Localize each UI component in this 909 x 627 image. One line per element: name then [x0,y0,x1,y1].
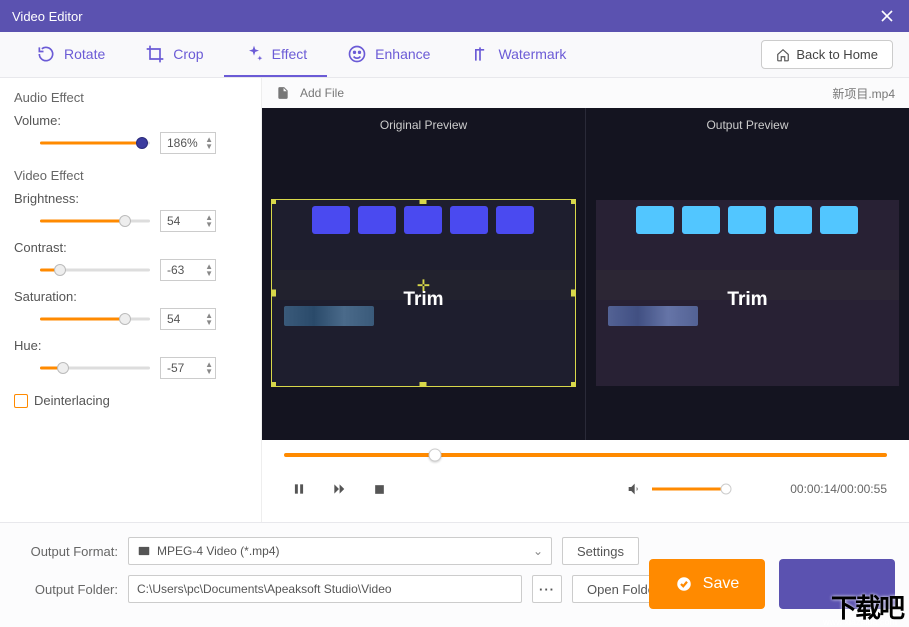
volume-value: 186% [167,136,198,150]
original-preview-canvas[interactable]: ✛ Trim [272,200,576,386]
volume-slider[interactable] [40,136,150,150]
audio-effect-title: Audio Effect [14,90,247,105]
tab-enhance[interactable]: Enhance [327,32,450,77]
save-button-label: Save [703,575,739,593]
output-preview-label: Output Preview [586,108,909,146]
brightness-spinner[interactable]: 54 ▲▼ [160,210,216,232]
saturation-value: 54 [167,312,180,326]
preview-area: Original Preview [262,108,909,440]
volume-control [626,481,730,497]
site-watermark-sub: www.xiazaiba.com [823,617,897,627]
contrast-slider[interactable] [40,263,150,277]
output-folder-label: Output Folder: [18,582,118,597]
hue-value: -57 [167,361,184,375]
pause-button[interactable] [290,480,308,498]
progress-bar[interactable] [284,448,887,462]
volume-spinner[interactable]: 186% ▲▼ [160,132,216,154]
output-preview-canvas: Trim [596,200,900,386]
close-icon [877,6,897,26]
tab-effect-label: Effect [272,46,308,62]
playback-volume-slider[interactable] [652,483,730,495]
current-filename: 新项目.mp4 [832,85,895,102]
brightness-slider[interactable] [40,214,150,228]
output-preview-pane: Output Preview Trim [585,108,909,440]
tab-rotate[interactable]: Rotate [16,32,125,77]
footer: Output Format: MPEG-4 Video (*.mp4) ⌄ Se… [0,522,909,627]
speaker-icon[interactable] [626,481,642,497]
output-format-label: Output Format: [18,544,118,559]
titlebar: Video Editor [0,0,909,32]
next-button[interactable] [330,480,348,498]
browse-folder-button[interactable]: ··· [532,575,562,603]
output-folder-value: C:\Users\pc\Documents\Apeaksoft Studio\V… [137,582,392,596]
back-to-home-button[interactable]: Back to Home [761,40,893,69]
tab-watermark[interactable]: Watermark [450,32,586,77]
add-file-icon [276,86,290,100]
toolbar: Rotate Crop Effect Enhance Watermark Bac… [0,32,909,78]
trim-overlay-text: Trim [403,289,443,311]
brightness-value: 54 [167,214,180,228]
rotate-icon [36,44,56,64]
watermark-icon [470,44,490,64]
forward-icon [331,482,347,496]
save-button[interactable]: Save [649,559,765,609]
hue-label: Hue: [14,338,247,353]
close-button[interactable] [877,6,897,26]
sidebar: Audio Effect Volume: 186% ▲▼ Video Effec… [0,78,262,522]
effect-icon [244,44,264,64]
window-title: Video Editor [12,9,877,24]
settings-button[interactable]: Settings [562,537,639,565]
output-format-value: MPEG-4 Video (*.mp4) [157,544,280,558]
brightness-label: Brightness: [14,191,247,206]
home-icon [776,48,790,62]
output-format-select[interactable]: MPEG-4 Video (*.mp4) ⌄ [128,537,552,565]
contrast-label: Contrast: [14,240,247,255]
original-preview-pane: Original Preview [262,108,585,440]
back-to-home-label: Back to Home [796,47,878,62]
tab-crop-label: Crop [173,46,203,62]
volume-label: Volume: [14,113,247,128]
deinterlacing-label: Deinterlacing [34,393,110,408]
tab-enhance-label: Enhance [375,46,430,62]
file-header: Add File 新项目.mp4 [262,78,909,108]
saturation-label: Saturation: [14,289,247,304]
tab-crop[interactable]: Crop [125,32,223,77]
contrast-spinner[interactable]: -63 ▲▼ [160,259,216,281]
stop-button[interactable] [370,480,388,498]
main: Add File 新项目.mp4 Original Preview [262,78,909,522]
playback-time: 00:00:14/00:00:55 [790,482,887,496]
original-preview-label: Original Preview [262,108,585,146]
body: Audio Effect Volume: 186% ▲▼ Video Effec… [0,78,909,522]
saturation-spinner[interactable]: 54 ▲▼ [160,308,216,330]
hue-spinner[interactable]: -57 ▲▼ [160,357,216,379]
secondary-action-button[interactable] [779,559,895,609]
check-circle-icon [675,575,693,593]
tab-watermark-label: Watermark [498,46,566,62]
stop-icon [373,483,386,496]
saturation-slider[interactable] [40,312,150,326]
tab-effect[interactable]: Effect [224,32,328,77]
hue-slider[interactable] [40,361,150,375]
format-icon [137,544,151,558]
enhance-icon [347,44,367,64]
add-file-button[interactable]: Add File [300,86,344,100]
contrast-value: -63 [167,263,184,277]
trim-overlay-text-output: Trim [727,289,767,311]
tab-rotate-label: Rotate [64,46,105,62]
video-effect-title: Video Effect [14,168,247,183]
pause-icon [292,482,306,496]
crop-icon [145,44,165,64]
output-folder-input[interactable]: C:\Users\pc\Documents\Apeaksoft Studio\V… [128,575,522,603]
playback-controls: 00:00:14/00:00:55 [262,440,909,522]
chevron-down-icon: ⌄ [533,544,543,558]
deinterlacing-checkbox[interactable] [14,394,28,408]
